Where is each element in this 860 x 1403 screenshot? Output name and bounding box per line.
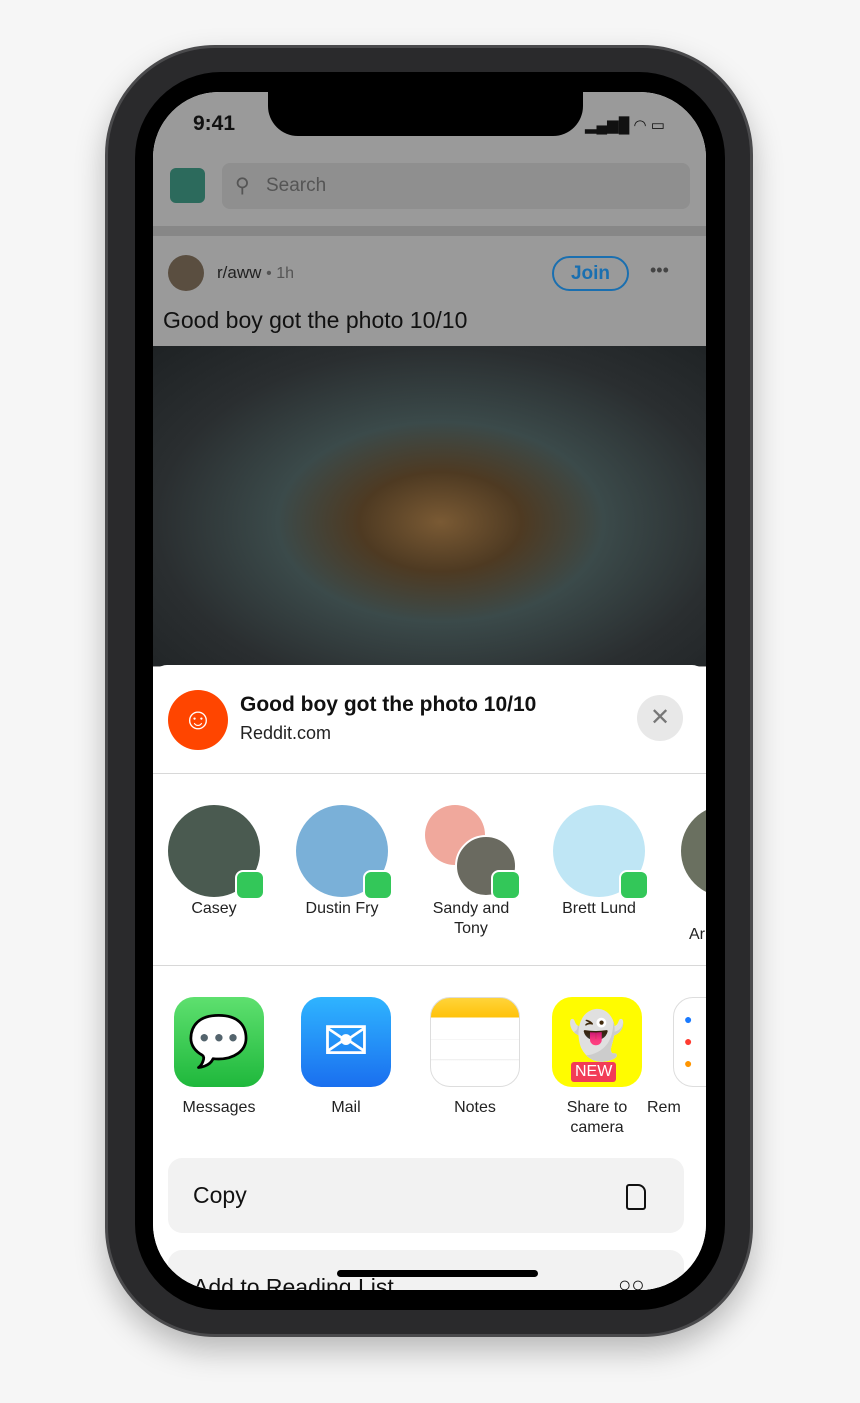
avatar [681,805,706,897]
post-age: • 1h [266,265,294,282]
divider [153,226,706,236]
screen: 9:41 ▂▄▆█ ◠ ▭ ⚲ Search r/aww • 1h Join ••… [153,92,706,1290]
status-icons: ▂▄▆█ ◠ ▭ [585,117,665,134]
person-name: Dustin Fry [305,900,379,917]
share-source: Reddit.com [240,723,332,743]
app-label: Messages [182,1099,256,1116]
search-icon: ⚲ [235,175,250,197]
reddit-logo[interactable] [170,168,205,203]
person-name: Sandy and Tony [432,900,510,937]
search-placeholder: Search [266,175,327,196]
post-image[interactable] [153,346,706,666]
messages-badge-icon [235,870,265,900]
post-title: Good boy got the photo 10/10 [163,307,468,333]
home-indicator[interactable] [337,1270,538,1277]
reddit-icon: ☺ [168,690,228,750]
join-button[interactable]: Join [552,256,629,291]
app-label: Share to camera [566,1099,628,1136]
search-input[interactable]: ⚲ Search [222,163,690,209]
mail-icon: ✉ [301,997,391,1087]
messages-badge-icon [619,870,649,900]
reminders-icon: ● ● ● [673,997,706,1087]
subreddit-avatar[interactable] [168,255,204,291]
messages-badge-icon [491,870,521,900]
post-meta: r/aww • 1h [217,263,294,283]
person-name: Brett Lund [562,900,636,917]
notch [268,92,583,136]
app-label: Notes [454,1099,496,1116]
messages-icon: 💬 [174,997,264,1087]
person-name: Ar [689,926,705,943]
notes-icon [430,997,520,1087]
close-icon: ✕ [649,704,671,731]
person-name: Casey [191,900,237,917]
status-time: 9:41 [193,112,236,135]
reddit-app-dimmed: 9:41 ▂▄▆█ ◠ ▭ ⚲ Search r/aww • 1h Join ••… [153,92,706,667]
messages-badge-icon [363,870,393,900]
app-label: Rem [647,1099,681,1116]
divider [153,965,706,966]
share-sheet: ☺ Good boy got the photo 10/10 Reddit.co… [153,665,706,1290]
glasses-icon: ○○ [618,1272,645,1290]
divider [153,773,706,774]
share-title: Good boy got the photo 10/10 [240,693,537,716]
more-icon[interactable]: ••• [650,260,669,281]
close-button[interactable]: ✕ [637,695,683,741]
new-badge: NEW [571,1062,617,1082]
subreddit-name[interactable]: r/aww [217,263,261,282]
app-label: Mail [331,1099,361,1116]
document-icon [626,1184,646,1210]
copy-button[interactable]: Copy [168,1158,684,1233]
action-label: Copy [193,1182,247,1208]
